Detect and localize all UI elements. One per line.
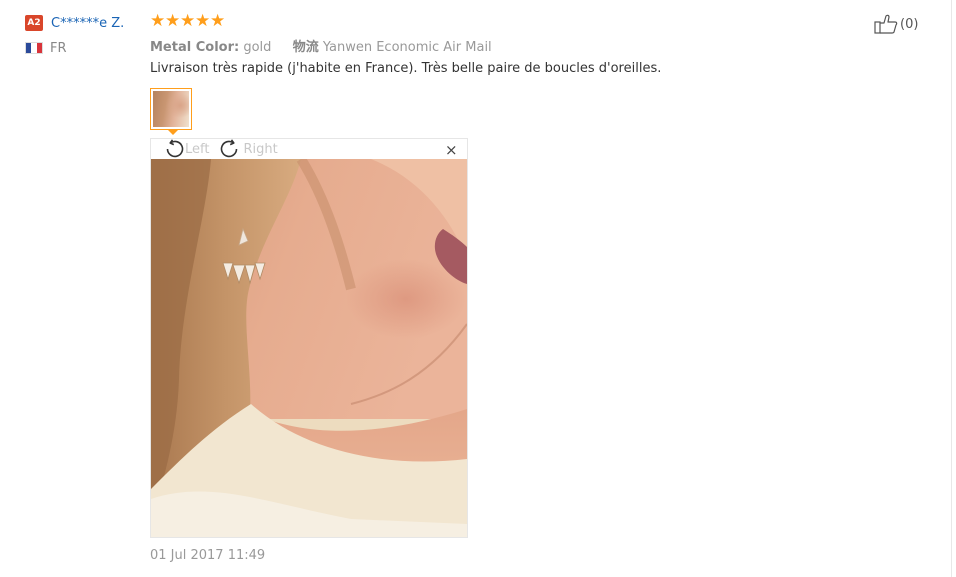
- star-icon: ★: [180, 10, 196, 31]
- rotate-right-label: Right: [243, 141, 278, 157]
- rotate-right-icon: [221, 139, 238, 158]
- helpful-count: (0): [900, 16, 919, 32]
- rotate-left-button[interactable]: Left: [162, 139, 209, 159]
- thumbs-up-icon: [874, 14, 898, 34]
- metal-color-value: gold: [243, 40, 272, 55]
- buyer-level-badge: A2: [25, 15, 43, 31]
- logistics-value: Yanwen Economic Air Mail: [322, 40, 492, 55]
- earring-photo-image: [151, 159, 467, 537]
- close-viewer-button[interactable]: ×: [445, 143, 458, 158]
- france-flag-icon: [25, 42, 43, 54]
- review-date: 01 Jul 2017 11:49: [150, 548, 266, 563]
- star-rating: ★ ★ ★ ★ ★: [150, 12, 850, 30]
- helpful-vote-button[interactable]: (0): [874, 14, 918, 34]
- flag-stripe-red: [36, 43, 42, 53]
- review-photo-thumbnail[interactable]: [150, 88, 192, 130]
- star-icon: ★: [195, 10, 211, 31]
- rotate-left-icon: [166, 139, 184, 158]
- review-photo-large: [151, 159, 467, 537]
- reviewer-name: C******e Z.: [51, 15, 125, 31]
- reviewer-country: FR: [25, 40, 140, 56]
- star-icon: ★: [210, 10, 226, 31]
- photo-viewer: Left Right ×: [150, 138, 468, 538]
- metal-color-label: Metal Color:: [150, 40, 240, 55]
- rotate-right-button[interactable]: Right: [220, 139, 278, 159]
- reviewer-info: A2 C******e Z. FR: [25, 14, 140, 56]
- review-content: ★ ★ ★ ★ ★ Metal Color: gold 物流 Yanwen Ec…: [150, 12, 850, 563]
- thumbnail-image: [153, 91, 189, 127]
- scrollbar-edge: [951, 0, 952, 577]
- rotate-left-label: Left: [185, 141, 210, 157]
- star-icon: ★: [150, 10, 166, 31]
- logistics-label: 物流: [292, 40, 319, 55]
- order-attributes: Metal Color: gold 物流 Yanwen Economic Air…: [150, 36, 850, 55]
- star-icon: ★: [165, 10, 181, 31]
- country-code: FR: [50, 40, 67, 56]
- reviewer-row: A2 C******e Z.: [25, 14, 140, 32]
- review-text: Livraison très rapide (j'habite en Franc…: [150, 61, 662, 76]
- thumbnail-selected-arrow: [167, 129, 179, 135]
- review-item: A2 C******e Z. FR ★ ★ ★ ★ ★ Metal Color:…: [0, 0, 956, 577]
- viewer-toolbar: Left Right ×: [151, 139, 467, 159]
